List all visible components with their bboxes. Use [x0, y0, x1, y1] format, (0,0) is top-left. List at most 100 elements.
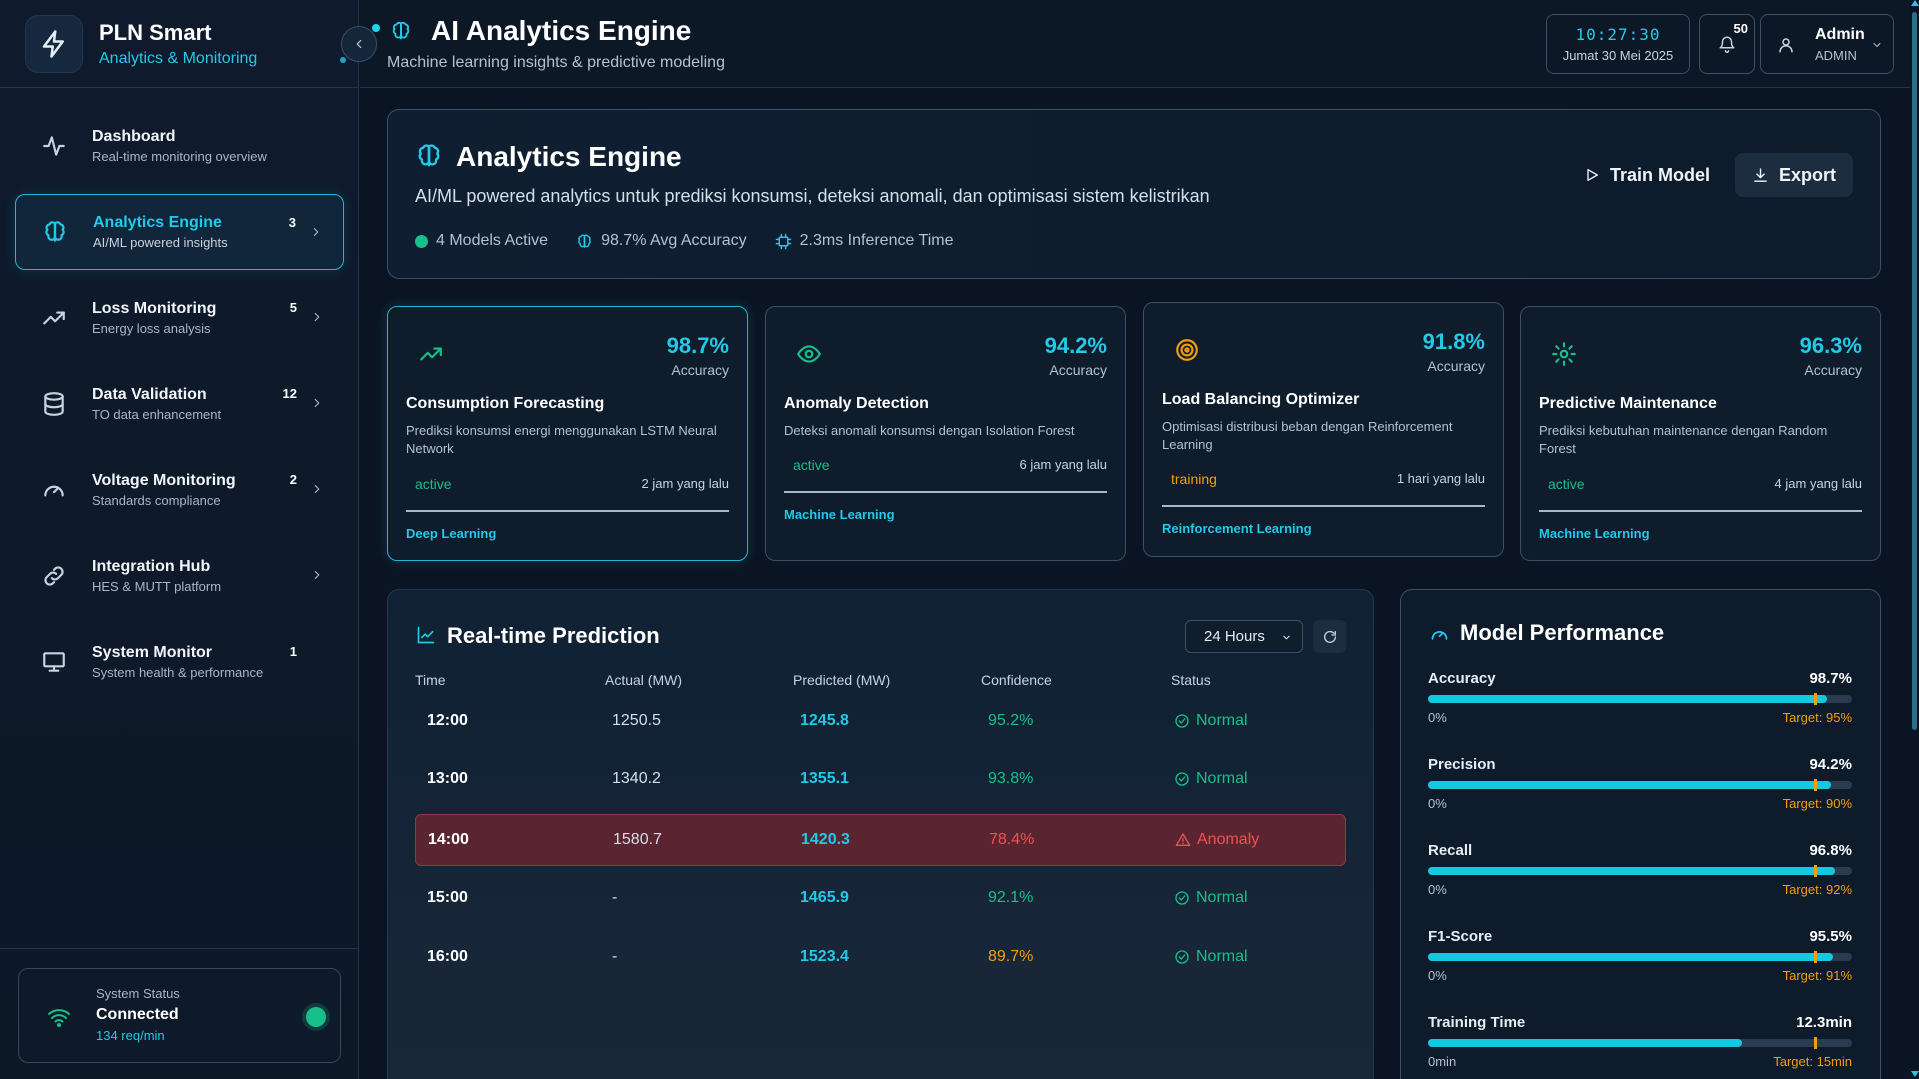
collapse-sidebar-button[interactable] [341, 26, 377, 62]
divider [0, 948, 359, 949]
panel-title: Real-time Prediction [447, 623, 660, 648]
model-accuracy: 98.7% [666, 333, 729, 358]
user-menu[interactable]: Admin ADMIN [1760, 14, 1894, 74]
cell-status: Normal [1174, 889, 1248, 907]
sidebar-item-voltage-monitoring[interactable]: Voltage Monitoring Standards compliance … [15, 452, 344, 528]
model-card-anomaly-detection[interactable]: 94.2% Accuracy Anomaly Detection Deteksi… [765, 306, 1126, 561]
line-chart-icon [417, 626, 435, 644]
metric-target: Target: 92% [1782, 882, 1852, 897]
avg-accuracy: 98.7% Avg Accuracy [601, 232, 747, 249]
cell-actual: 1250.5 [612, 712, 661, 729]
status-text: Normal [1196, 770, 1248, 787]
brand: PLN Smart Analytics & Monitoring [0, 0, 358, 88]
status-text: Normal [1196, 889, 1248, 906]
sidebar-item-desc: AI/ML powered insights [93, 235, 228, 250]
model-card-load-balancing[interactable]: 91.8% Accuracy Load Balancing Optimizer … [1143, 302, 1504, 557]
sidebar-item-loss-monitoring[interactable]: Loss Monitoring Energy loss analysis 5 [15, 280, 344, 356]
sidebar-item-desc: Energy loss analysis [92, 321, 211, 336]
target-marker [1813, 693, 1817, 705]
target-marker [1813, 951, 1817, 963]
clock-date: Jumat 30 Mei 2025 [1562, 48, 1674, 63]
model-card-predictive-maintenance[interactable]: 96.3% Accuracy Predictive Maintenance Pr… [1520, 306, 1881, 561]
metric-min: 0% [1428, 796, 1447, 811]
model-tag[interactable]: Reinforcement Learning [1162, 521, 1312, 536]
banner-description: AI/ML powered analytics untuk prediksi k… [415, 186, 1210, 206]
model-tag[interactable]: Machine Learning [784, 507, 895, 522]
gauge-icon [1431, 631, 1448, 640]
table-row[interactable]: 16:00 - 1523.4 89.7% Normal [415, 932, 1346, 984]
metric-min: 0% [1428, 968, 1447, 983]
model-accuracy: 94.2% [1044, 333, 1107, 358]
status-value: Connected [96, 1006, 179, 1023]
train-model-button[interactable]: Train Model [1576, 153, 1718, 197]
chevron-right-icon [314, 398, 320, 408]
model-tag[interactable]: Deep Learning [406, 526, 496, 541]
time-range-value: 24 Hours [1204, 628, 1265, 645]
lightning-logo-icon[interactable] [26, 15, 82, 72]
model-card-consumption-forecasting[interactable]: 98.7% Accuracy Consumption Forecasting P… [387, 306, 748, 561]
brand-subtitle: Analytics & Monitoring [99, 49, 258, 67]
table-row[interactable]: 15:00 - 1465.9 92.1% Normal [415, 873, 1346, 925]
trending-up-icon [420, 347, 442, 361]
table-row-anomaly[interactable]: 14:00 1580.7 1420.3 78.4% Anomaly [415, 814, 1346, 866]
sidebar-item-desc: TO data enhancement [92, 407, 222, 422]
progress-fill [1428, 781, 1831, 789]
models-active: 4 Models Active [436, 232, 549, 249]
sidebar-item-integration-hub[interactable]: Integration Hub HES & MUTT platform [15, 538, 344, 614]
panel-title: Model Performance [1460, 620, 1665, 645]
status-text: Anomaly [1197, 831, 1260, 848]
column-header: Status [1171, 672, 1211, 688]
sidebar-item-label: System Monitor [92, 644, 213, 661]
table-row[interactable]: 12:00 1250.5 1245.8 95.2% Normal [415, 696, 1346, 748]
page-scrollbar[interactable] [1910, 0, 1919, 1079]
time-range-select[interactable]: 24 Hours [1185, 620, 1303, 653]
user-icon [1779, 38, 1793, 53]
metric-target: Target: 95% [1782, 710, 1852, 725]
export-button[interactable]: Export [1735, 153, 1853, 197]
scroll-up-arrow-icon[interactable] [1911, 0, 1919, 6]
progress-track [1428, 951, 1852, 963]
top-header: AI Analytics Engine Machine learning ins… [360, 0, 1910, 88]
model-description: Optimisasi distribusi beban dengan Reinf… [1162, 419, 1453, 452]
cell-predicted: 1420.3 [801, 831, 850, 848]
model-accuracy-label: Accuracy [1049, 362, 1107, 378]
cell-actual: - [612, 889, 618, 906]
target-marker [1813, 779, 1817, 791]
model-updated: 2 jam yang lalu [641, 476, 729, 491]
progress-track [1428, 865, 1852, 877]
sidebar-item-data-validation[interactable]: Data Validation TO data enhancement 12 [15, 366, 344, 442]
column-header: Time [415, 672, 446, 688]
clock-widget: 10:27:30 Jumat 30 Mei 2025 [1546, 14, 1690, 74]
model-accuracy-label: Accuracy [1804, 362, 1862, 378]
cell-predicted: 1355.1 [800, 770, 849, 787]
model-description: Prediksi konsumsi energi menggunakan LST… [406, 423, 717, 456]
scroll-down-arrow-icon[interactable] [1911, 1071, 1919, 1077]
train-model-label: Train Model [1610, 164, 1711, 185]
status-text: Normal [1196, 712, 1248, 729]
column-header: Predicted (MW) [793, 672, 891, 688]
model-title: Load Balancing Optimizer [1162, 391, 1360, 408]
chevron-right-icon [314, 312, 320, 322]
model-updated: 1 hari yang lalu [1396, 471, 1485, 486]
notifications-button[interactable]: 50 [1699, 14, 1755, 74]
table-row[interactable]: 13:00 1340.2 1355.1 93.8% Normal [415, 754, 1346, 806]
scrollbar-thumb[interactable] [1912, 12, 1917, 730]
model-title: Predictive Maintenance [1539, 395, 1717, 412]
sidebar-item-system-monitor[interactable]: System Monitor System health & performan… [15, 624, 344, 700]
cell-confidence: 89.7% [988, 948, 1034, 965]
sidebar-item-dashboard[interactable]: Dashboard Real-time monitoring overview [15, 108, 344, 184]
realtime-prediction-panel: Real-time Prediction 24 Hours Time Actua… [387, 589, 1374, 1079]
progress-fill [1428, 695, 1827, 703]
system-status-card: System Status Connected 134 req/min [18, 968, 341, 1063]
model-performance-panel: Model Performance Accuracy 98.7% 0% Targ… [1400, 589, 1881, 1079]
model-title: Consumption Forecasting [406, 395, 605, 412]
sidebar-item-label: Data Validation [92, 386, 207, 403]
cell-status: Anomaly [1175, 831, 1259, 849]
active-dot [415, 234, 428, 248]
sidebar-item-analytics-engine[interactable]: Analytics Engine AI/ML powered insights … [15, 194, 344, 270]
cell-time: 14:00 [428, 831, 469, 848]
model-tag[interactable]: Machine Learning [1539, 526, 1650, 541]
activity-icon [43, 136, 65, 156]
refresh-button[interactable] [1313, 620, 1346, 653]
analytics-engine-banner: Analytics Engine AI/ML powered analytics… [387, 109, 1881, 279]
